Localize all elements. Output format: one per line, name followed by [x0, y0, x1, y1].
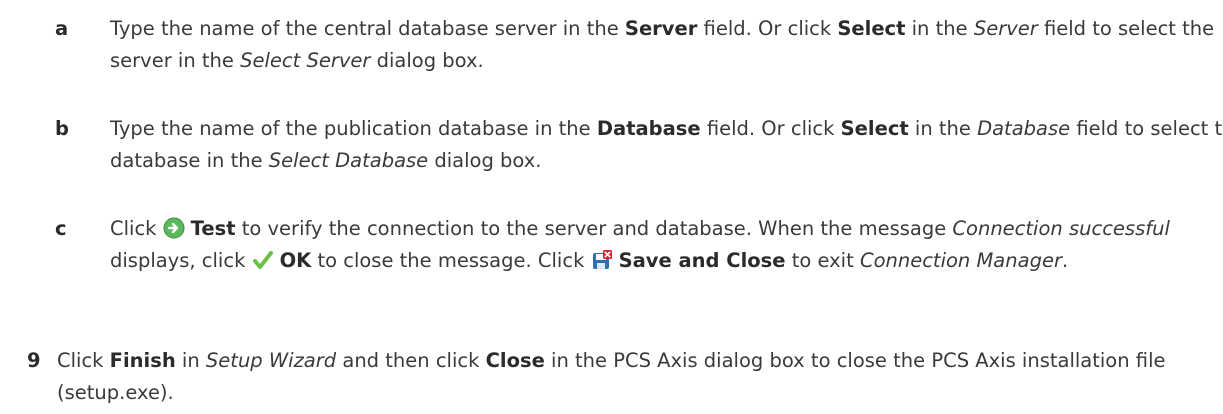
ui-term: Select — [837, 17, 906, 40]
step-marker: a — [55, 17, 69, 40]
step-text-run: in — [175, 349, 206, 372]
step-marker: 9 — [27, 349, 41, 372]
step-text-run: dialog box. — [370, 49, 484, 72]
ui-term: Close — [485, 349, 545, 372]
step-text: Click Finish in Setup Wizard and then cl… — [57, 345, 1223, 409]
step-text-run: Click — [57, 349, 110, 372]
emphasized-term: Setup Wizard — [205, 349, 337, 372]
step-marker: b — [55, 117, 69, 140]
ui-term: Select — [840, 117, 909, 140]
ui-term: Server — [624, 17, 698, 40]
step-marker: c — [55, 217, 67, 240]
step-text-run: Type the name of the central database se… — [110, 17, 625, 40]
step-text-run: field. Or click — [700, 117, 841, 140]
step-text-run: in the — [905, 17, 974, 40]
step-text-run: to close the message. Click — [311, 249, 591, 272]
ui-term: Save and Close — [618, 249, 786, 272]
step-text-run: displays, click — [110, 249, 252, 272]
step-text-run: dialog box. — [428, 149, 542, 172]
ok-checkmark-icon — [252, 251, 273, 269]
emphasized-term: Server — [973, 17, 1038, 40]
step-text: Type the name of the publication databas… — [110, 113, 1223, 177]
emphasized-term: Select Server — [240, 49, 371, 72]
step-text-run: Type the name of the publication databas… — [110, 117, 597, 140]
step-text-run: field. Or click — [697, 17, 838, 40]
emphasized-term: Select Database — [268, 149, 429, 172]
ui-term: Database — [596, 117, 701, 140]
step-text-run: to exit — [785, 249, 860, 272]
emphasized-term: Connection successful — [952, 217, 1170, 240]
ui-term: Finish — [109, 349, 176, 372]
step-text-run: in the — [908, 117, 978, 140]
emphasized-term: Database — [977, 117, 1071, 140]
save-and-close-icon — [592, 250, 612, 269]
step-text-run: Click — [110, 217, 163, 240]
step-text-run: to verify the connection to the server a… — [235, 217, 953, 240]
step-text: Type the name of the central database se… — [110, 13, 1223, 77]
ui-term: Test — [190, 217, 236, 240]
step-text-run: and then click — [336, 349, 486, 372]
step-text: Click Test to verify the connection to t… — [110, 213, 1223, 277]
emphasized-term: Connection Manager — [859, 249, 1062, 272]
ui-term: OK — [279, 249, 312, 272]
test-icon — [163, 217, 185, 239]
step-text-run: . — [1061, 249, 1069, 272]
